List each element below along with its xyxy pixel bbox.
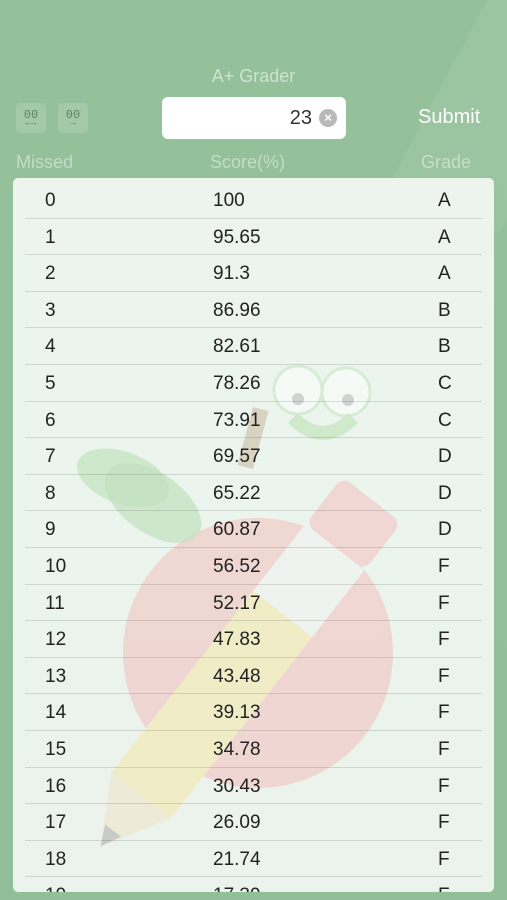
table-row[interactable]: 12 47.83 F — [13, 621, 494, 658]
right-arrow-icon: → — [70, 117, 76, 128]
cell-grade: A — [438, 263, 451, 285]
cell-missed: 6 — [45, 409, 56, 431]
cell-grade: B — [438, 299, 451, 321]
cell-score: 43.48 — [213, 665, 261, 687]
column-header-missed: Missed — [16, 152, 74, 172]
table-row[interactable]: 14 39.13 F — [13, 694, 494, 731]
cell-score: 26.09 — [213, 812, 261, 834]
cell-grade: F — [438, 702, 450, 724]
decrease-icon: 00 ←→ — [24, 109, 38, 128]
table-row[interactable]: 8 65.22 D — [13, 475, 494, 512]
cell-missed: 9 — [45, 519, 56, 541]
cell-missed: 7 — [45, 446, 56, 468]
cell-grade: C — [438, 409, 452, 431]
cell-missed: 15 — [45, 738, 67, 760]
increase-icon: 00 → — [66, 109, 80, 128]
results-rows: 0 100 A 1 95.65 A 2 91.3 A 3 86.96 B 4 82.61 B 5 78.26 C 6… — [13, 182, 494, 892]
questions-input-value: 23 — [289, 107, 312, 129]
table-row[interactable]: 17 26.09 F — [13, 804, 494, 841]
cell-score: 78.26 — [213, 372, 261, 394]
cell-score: 21.74 — [213, 848, 261, 870]
cell-missed: 11 — [45, 592, 65, 614]
cell-score: 17.39 — [213, 885, 261, 892]
cell-grade: A — [438, 190, 451, 211]
increase-button[interactable]: 00 → — [58, 103, 88, 133]
cell-missed: 2 — [45, 263, 56, 285]
cell-missed: 17 — [45, 812, 67, 834]
table-row[interactable]: 10 56.52 F — [13, 548, 494, 585]
cell-missed: 12 — [45, 629, 67, 651]
cell-score: 100 — [213, 190, 245, 211]
cell-missed: 4 — [45, 336, 56, 358]
cell-missed: 10 — [45, 555, 67, 577]
cell-grade: F — [438, 629, 450, 651]
table-row[interactable]: 18 21.74 F — [13, 841, 494, 878]
cell-missed: 8 — [45, 482, 56, 504]
column-header-score: Score(%) — [210, 152, 286, 172]
results-table[interactable]: 0 100 A 1 95.65 A 2 91.3 A 3 86.96 B 4 82.61 B 5 78.26 C 6… — [13, 178, 494, 892]
cell-score: 47.83 — [213, 629, 261, 651]
cell-score: 65.22 — [213, 482, 261, 504]
table-row[interactable]: 6 73.91 C — [13, 402, 494, 439]
cell-missed: 19 — [45, 885, 66, 892]
cell-score: 34.78 — [213, 738, 261, 760]
cell-missed: 0 — [45, 190, 56, 211]
cell-grade: C — [438, 372, 452, 394]
cell-score: 86.96 — [213, 299, 261, 321]
table-row[interactable]: 3 86.96 B — [13, 292, 494, 329]
submit-button[interactable]: Submit — [418, 106, 480, 129]
cell-grade: F — [438, 775, 450, 797]
clear-icon[interactable]: × — [319, 109, 337, 127]
table-row[interactable]: 19 17.39 F — [13, 877, 494, 892]
cell-score: 91.3 — [213, 263, 250, 285]
cell-missed: 3 — [45, 299, 56, 321]
cell-missed: 13 — [45, 665, 67, 687]
questions-input[interactable]: 23 × — [162, 97, 346, 139]
cell-grade: F — [438, 848, 450, 870]
cell-score: 30.43 — [213, 775, 261, 797]
cell-missed: 14 — [45, 702, 67, 724]
table-row[interactable]: 7 69.57 D — [13, 438, 494, 475]
column-header-grade: Grade — [421, 152, 472, 172]
table-row[interactable]: 0 100 A — [13, 182, 494, 219]
cell-grade: D — [438, 446, 452, 468]
cell-grade: F — [438, 555, 450, 577]
left-arrow-icon: ←→ — [25, 117, 37, 128]
table-row[interactable]: 13 43.48 F — [13, 658, 494, 695]
app-screen: A+ Grader 00 ←→ 00 → 23 × Submit Missed … — [0, 0, 507, 900]
table-row[interactable]: 11 52.17 F — [13, 585, 494, 622]
table-row[interactable]: 16 30.43 F — [13, 768, 494, 805]
cell-grade: F — [438, 812, 450, 834]
table-row[interactable]: 15 34.78 F — [13, 731, 494, 768]
cell-score: 52.17 — [213, 592, 261, 614]
cell-score: 82.61 — [213, 336, 261, 358]
table-row[interactable]: 9 60.87 D — [13, 511, 494, 548]
cell-missed: 16 — [45, 775, 67, 797]
cell-missed: 5 — [45, 372, 56, 394]
table-row[interactable]: 1 95.65 A — [13, 219, 494, 256]
cell-score: 56.52 — [213, 555, 261, 577]
table-row[interactable]: 4 82.61 B — [13, 328, 494, 365]
cell-grade: F — [438, 738, 450, 760]
cell-grade: D — [438, 519, 452, 541]
cell-grade: D — [438, 482, 452, 504]
cell-missed: 1 — [45, 226, 56, 248]
table-row[interactable]: 5 78.26 C — [13, 365, 494, 402]
cell-score: 95.65 — [213, 226, 261, 248]
cell-grade: A — [438, 226, 451, 248]
app-title: A+ Grader — [211, 66, 296, 86]
cell-score: 60.87 — [213, 519, 261, 541]
cell-grade: F — [438, 592, 450, 614]
cell-score: 69.57 — [213, 446, 261, 468]
cell-missed: 18 — [45, 848, 67, 870]
cell-grade: F — [438, 665, 450, 687]
cell-grade: B — [438, 336, 451, 358]
cell-score: 73.91 — [213, 409, 261, 431]
table-row[interactable]: 2 91.3 A — [13, 255, 494, 292]
cell-score: 39.13 — [213, 702, 261, 724]
decrease-button[interactable]: 00 ←→ — [16, 103, 46, 133]
cell-grade: F — [438, 885, 450, 892]
